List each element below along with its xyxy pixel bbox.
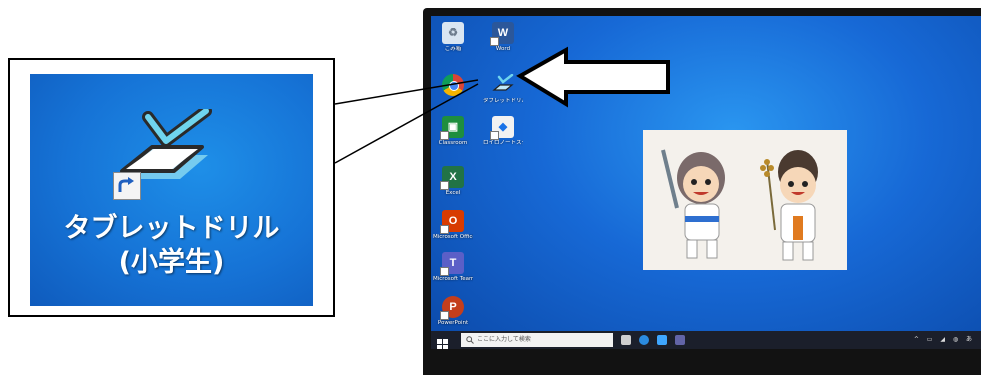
callout-line-top (334, 79, 479, 105)
pointing-arrow-icon (516, 46, 670, 108)
callout-overlay (334, 46, 670, 164)
callout-line-bottom (334, 83, 479, 164)
